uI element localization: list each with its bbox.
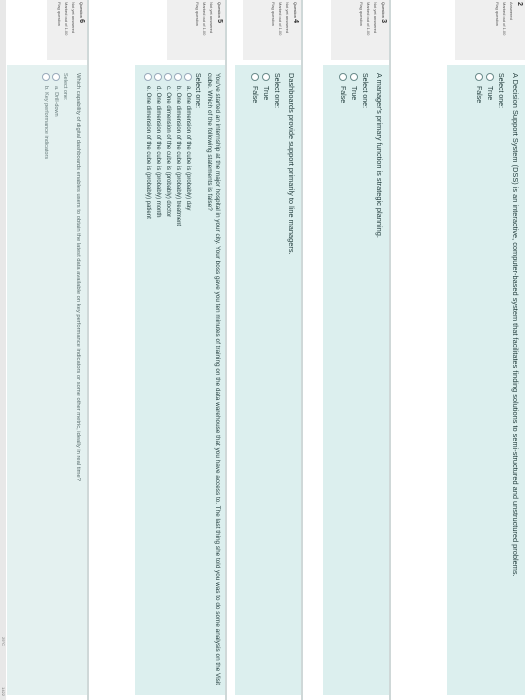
question-number: 2 [516, 2, 523, 6]
question-info: Question 4 Not yet answered Marked out o… [243, 0, 301, 60]
option-a[interactable]: a. One dimension of the cube is (probabl… [184, 73, 192, 687]
question-status: Answered [509, 2, 514, 20]
option-false[interactable]: False [339, 73, 347, 687]
question-6: Question 6 Not yet answered Marked out o… [7, 0, 89, 700]
radio-button[interactable] [174, 73, 182, 81]
divider [225, 0, 227, 700]
radio-button[interactable] [251, 73, 259, 81]
question-mark: Marked out of 1.00 [64, 2, 69, 36]
option-e[interactable]: e. One dimension of the cube is (probabl… [144, 73, 152, 687]
question-text: A manager's primary function is strategi… [375, 73, 384, 238]
radio-button[interactable] [42, 73, 50, 81]
radio-button[interactable] [154, 73, 162, 81]
question-status: Not yet answered [285, 2, 290, 34]
option-true[interactable]: True [486, 73, 494, 687]
radio-button[interactable] [339, 73, 347, 81]
question-text: You've started an internship at the majo… [206, 73, 221, 686]
question-label: Question [217, 2, 222, 19]
taskbar: 29°C 1422 [0, 0, 6, 700]
question-4: Question 4 Not yet answered Marked out o… [231, 0, 303, 700]
option-true[interactable]: True [350, 73, 358, 687]
select-one-label: Select one: [194, 73, 201, 109]
question-status: Not yet answered [209, 2, 214, 34]
question-mark: Marked out of 1.00 [202, 2, 207, 36]
question-mark: Marked out of 1.00 [502, 2, 507, 36]
question-info: Question 6 Not yet answered Marked out o… [47, 0, 87, 60]
flag-question-link[interactable]: Flag question [359, 2, 364, 60]
flag-question-link[interactable]: Flag question [195, 2, 200, 60]
select-one-label: Select one: [62, 73, 68, 101]
question-5: Question 5 Not yet answered Marked out o… [133, 0, 227, 700]
select-one-label: Select one: [361, 73, 368, 109]
select-one-label: Select one: [497, 73, 504, 109]
question-content: Dashboards provide support primarily to … [235, 65, 301, 695]
option-c[interactable]: c. One dimension of the cube is (probabl… [164, 73, 172, 687]
question-content: You've started an internship at the majo… [135, 65, 225, 695]
question-number: 6 [78, 19, 85, 24]
question-label: Question [79, 2, 84, 19]
quiz-page: 2 Answered Marked out of 1.00 Flag quest… [0, 0, 525, 700]
temperature-readout: 29°C [1, 637, 6, 646]
radio-button[interactable] [184, 73, 192, 81]
question-number: 4 [292, 19, 299, 24]
select-one-label: Select one: [273, 73, 280, 109]
divider [87, 0, 89, 700]
question-label: Question [293, 2, 298, 19]
question-info: Question 3 Not yet answered Marked out o… [331, 0, 389, 60]
flag-question-link[interactable]: Flag question [271, 2, 276, 60]
question-content: A Decision Support System (DSS) is an in… [447, 65, 525, 695]
radio-button[interactable] [262, 73, 270, 81]
radio-button[interactable] [475, 73, 483, 81]
option-d[interactable]: d. One dimension of the cube is (probabl… [154, 73, 162, 687]
question-mark: Marked out of 1.00 [278, 2, 283, 36]
radio-button[interactable] [164, 73, 172, 81]
question-2: 2 Answered Marked out of 1.00 Flag quest… [443, 0, 525, 700]
question-info: Question 5 Not yet answered Marked out o… [167, 0, 225, 60]
radio-button[interactable] [350, 73, 358, 81]
question-info: 2 Answered Marked out of 1.00 Flag quest… [455, 0, 525, 60]
flag-question-link[interactable]: Flag question [57, 2, 62, 60]
question-status: Not yet answered [373, 2, 378, 34]
question-number: 5 [216, 19, 223, 24]
radio-button[interactable] [144, 73, 152, 81]
question-text: A Decision Support System (DSS) is an in… [511, 73, 520, 577]
divider [301, 0, 303, 700]
radio-button[interactable] [486, 73, 494, 81]
option-a[interactable]: a. Drill-down [52, 73, 60, 687]
question-text: Which capability of digital dashboards e… [75, 73, 81, 481]
option-false[interactable]: False [475, 73, 483, 687]
option-b[interactable]: b. Key performance indicators [42, 73, 50, 687]
question-status: Not yet answered [71, 2, 76, 34]
clock: 1422 [1, 687, 6, 696]
question-content: A manager's primary function is strategi… [323, 65, 389, 695]
question-label: Question [381, 2, 386, 19]
question-mark: Marked out of 1.00 [366, 2, 371, 36]
question-3: Question 3 Not yet answered Marked out o… [319, 0, 391, 700]
option-false[interactable]: False [251, 73, 259, 687]
option-true[interactable]: True [262, 73, 270, 687]
radio-button[interactable] [52, 73, 60, 81]
question-text: Dashboards provide support primarily to … [287, 73, 296, 255]
question-content: Which capability of digital dashboards e… [7, 65, 87, 695]
flag-question-link[interactable]: Flag question [495, 2, 500, 60]
option-b[interactable]: b. One dimension of the cube is (probabl… [174, 73, 182, 687]
question-number: 3 [380, 19, 387, 24]
divider [389, 0, 391, 700]
